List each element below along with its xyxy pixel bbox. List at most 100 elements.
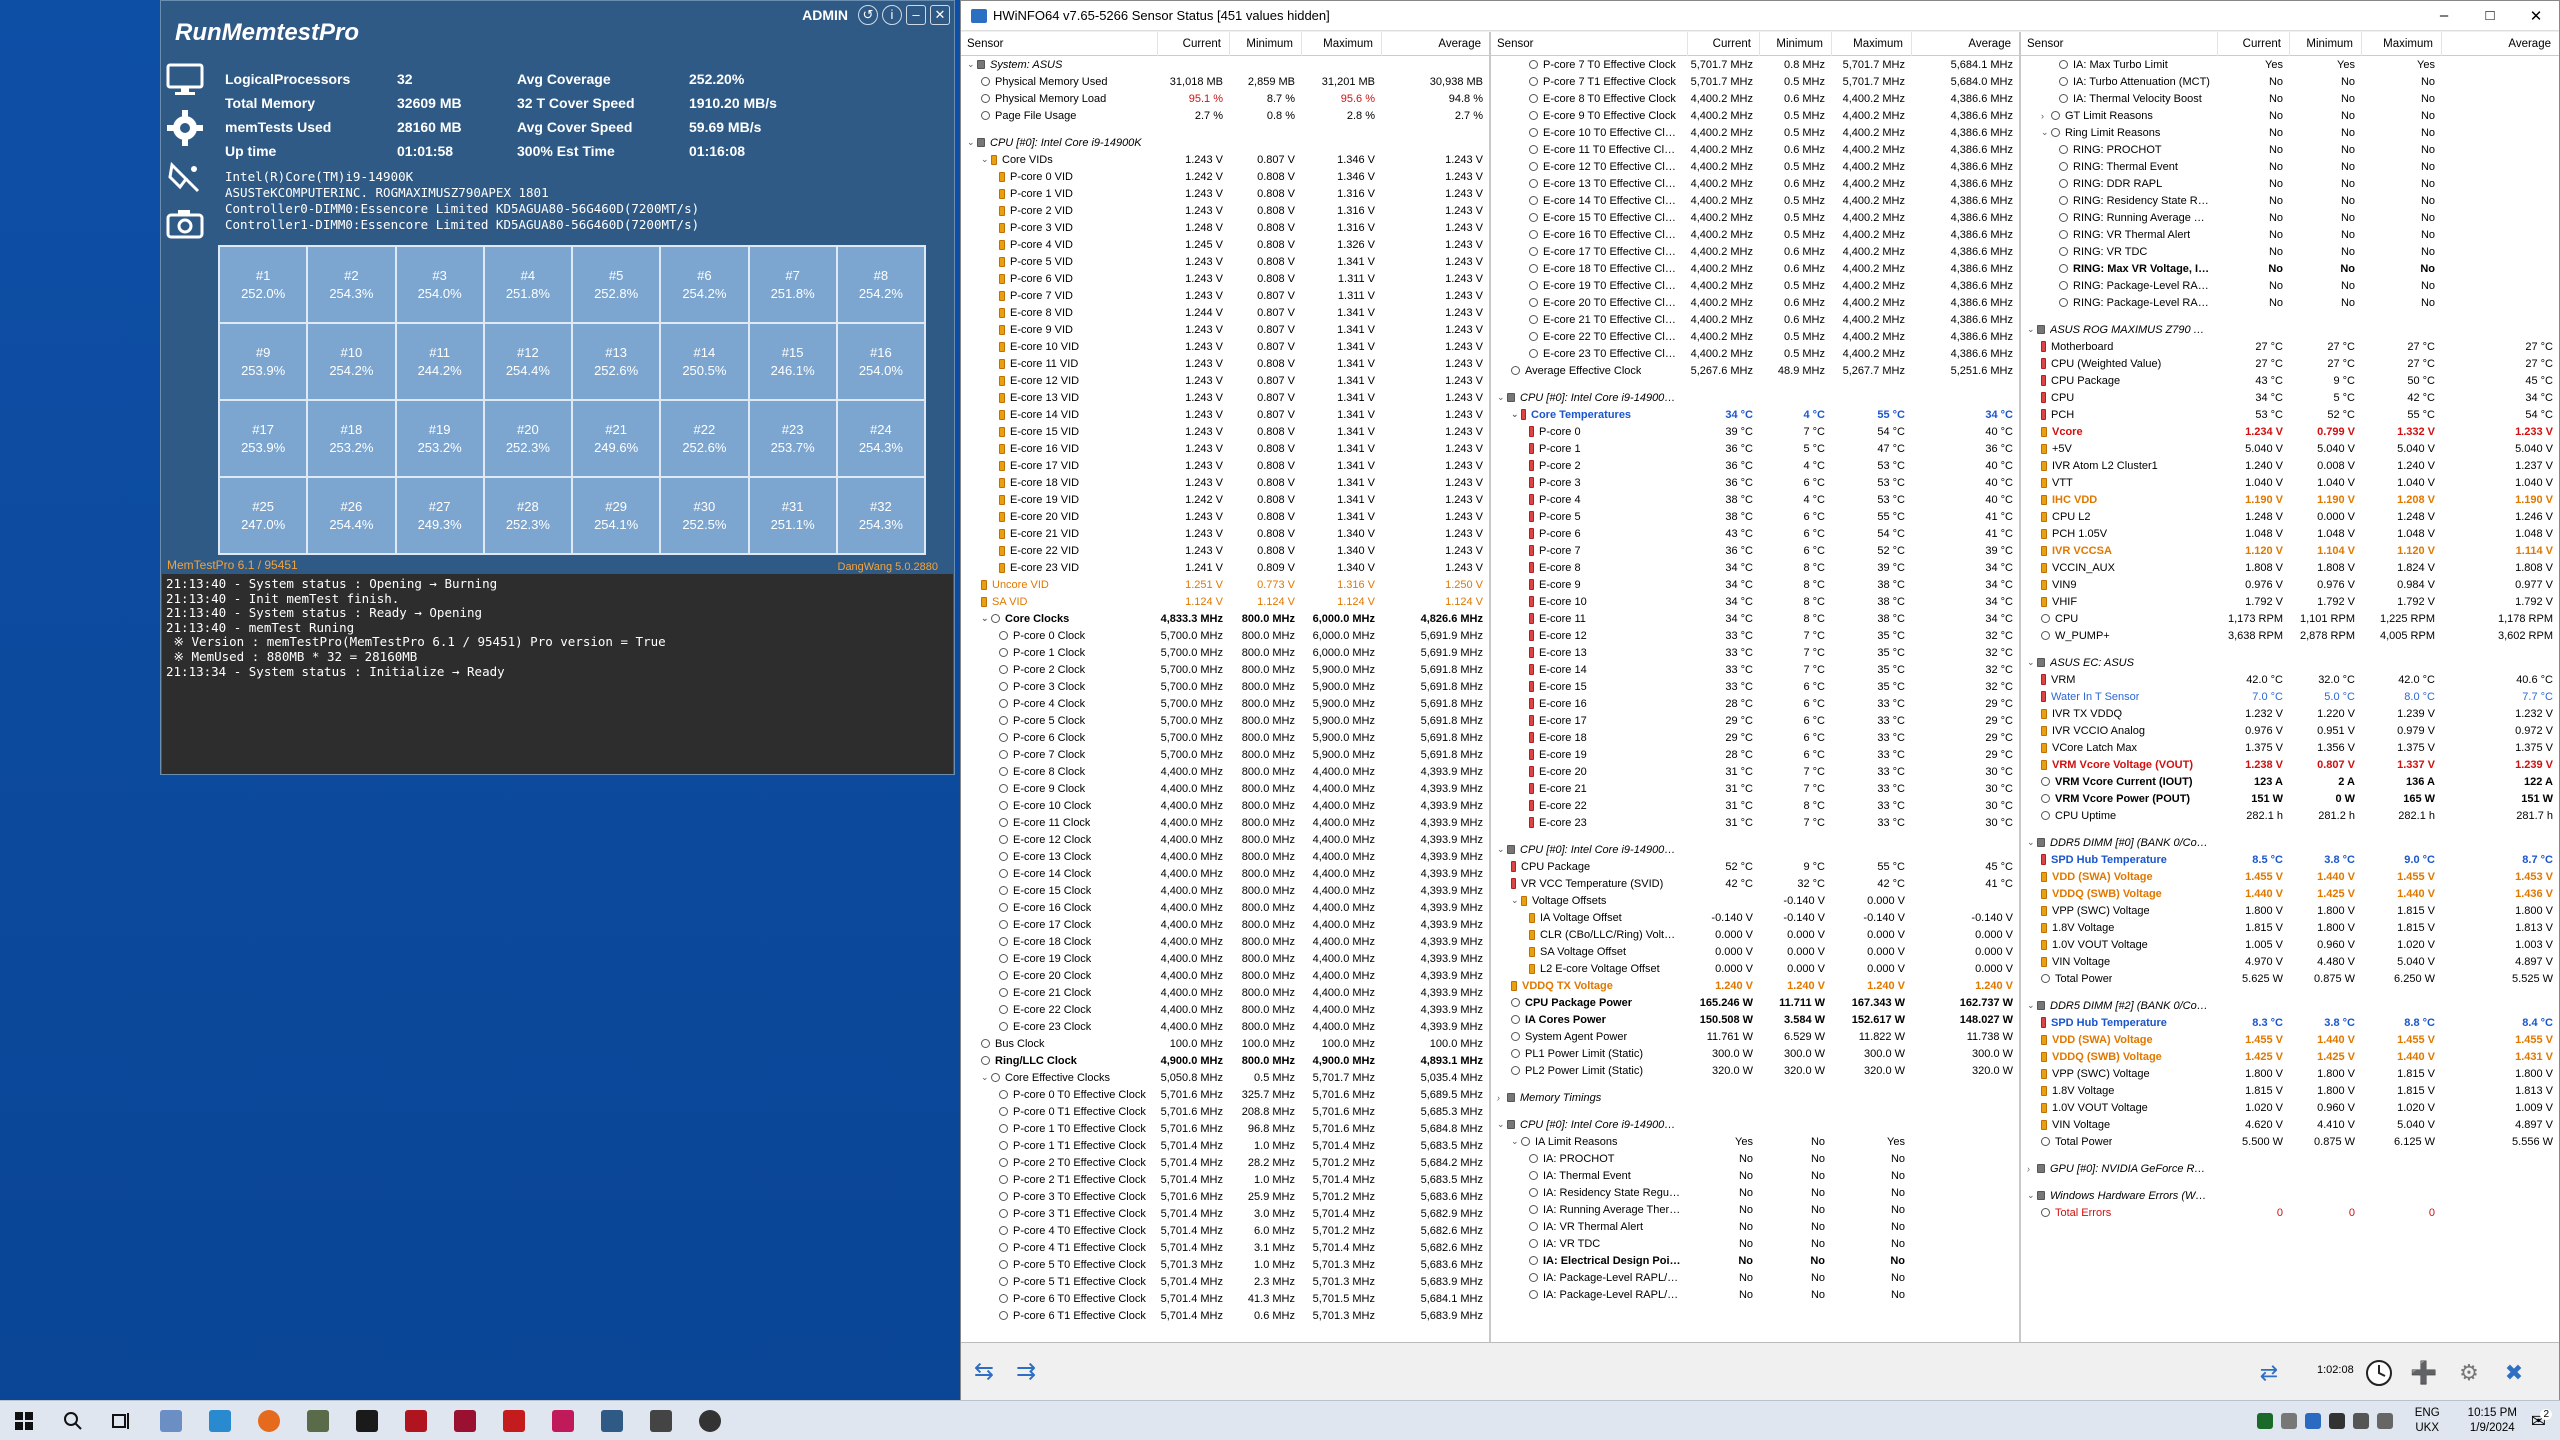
maximize-button[interactable]: □ — [2467, 7, 2513, 24]
sensor-row[interactable]: E-core 23 Clock 4,400.0 MHz 800.0 MHz 4,400… — [961, 1018, 1489, 1035]
column-header-average[interactable]: Average — [1381, 32, 1489, 56]
sensor-row[interactable]: P-core 7 Clock 5,700.0 MHz 800.0 MHz 5,900.… — [961, 746, 1489, 763]
sensor-row[interactable]: E-core 10 VID 1.243 V 0.807 V 1.341 V 1.243 … — [961, 338, 1489, 355]
sensor-row[interactable]: Motherboard 27 °C 27 °C 27 °C 27 °C — [2021, 338, 2559, 355]
sensor-row[interactable]: P-core 1 Clock 5,700.0 MHz 800.0 MHz 6,000.… — [961, 644, 1489, 661]
sensor-row[interactable]: E-core 19 Clock 4,400.0 MHz 800.0 MHz 4,400… — [961, 950, 1489, 967]
sensor-group-header[interactable]: ⌄CPU [#0]: Intel Core i9-14900K: Enhance… — [1491, 841, 2019, 858]
sensor-row[interactable]: P-core 6 VID 1.243 V 0.808 V 1.311 V 1.243 V — [961, 270, 1489, 287]
app-icon-6[interactable] — [494, 1401, 534, 1440]
sensor-row[interactable]: RING: DDR RAPL No No No — [2021, 175, 2559, 192]
sensor-row[interactable]: CPU (Weighted Value) 27 °C 27 °C 27 °C 27 °C — [2021, 355, 2559, 372]
tray-icon-2[interactable] — [2280, 1413, 2297, 1429]
sensor-row[interactable]: P-core 1 VID 1.243 V 0.808 V 1.316 V 1.243 V — [961, 185, 1489, 202]
sensor-row[interactable]: E-core 8 34 °C 8 °C 39 °C 34 °C — [1491, 559, 2019, 576]
sensor-row[interactable]: E-core 12 33 °C 7 °C 35 °C 32 °C — [1491, 627, 2019, 644]
sensor-row[interactable]: SPD Hub Temperature 8.3 °C 3.8 °C 8.8 °C 8.4… — [2021, 1014, 2559, 1031]
sensor-row[interactable]: E-core 22 Clock 4,400.0 MHz 800.0 MHz 4,400… — [961, 1001, 1489, 1018]
sensor-row[interactable]: P-core 5 38 °C 6 °C 55 °C 41 °C — [1491, 508, 2019, 525]
app-icon-4[interactable] — [396, 1401, 436, 1440]
sensor-row[interactable]: CPU L2 1.248 V 0.000 V 1.248 V 1.246 V — [2021, 508, 2559, 525]
minimize-button[interactable]: – — [2421, 7, 2467, 24]
sensor-row[interactable]: P-core 4 Clock 5,700.0 MHz 800.0 MHz 5,900.… — [961, 695, 1489, 712]
tray-icon-3[interactable] — [2304, 1413, 2321, 1429]
sensor-row[interactable]: E-core 13 33 °C 7 °C 35 °C 32 °C — [1491, 644, 2019, 661]
collapse-icon[interactable]: ⌄ — [2041, 127, 2051, 138]
app-icon-5[interactable] — [445, 1401, 485, 1440]
sensor-row[interactable]: E-core 20 T0 Effective Clock 4,400.2 MHz 0… — [1491, 294, 2019, 311]
volume-icon[interactable] — [2376, 1413, 2393, 1429]
sensor-group-header[interactable]: ⌄DDR5 DIMM [#2] (BANK 0/Controller1-DIMM… — [2021, 997, 2559, 1014]
sensor-row[interactable]: P-core 1 36 °C 5 °C 47 °C 36 °C — [1491, 440, 2019, 457]
sensor-row[interactable]: E-core 9 34 °C 8 °C 38 °C 34 °C — [1491, 576, 2019, 593]
column-header-sensor[interactable]: Sensor — [961, 32, 1157, 56]
sensor-row[interactable]: IA: Package-Level RAPL/PBM PL1NoNoNo — [1491, 1269, 2019, 1286]
sensor-row[interactable]: E-core 11 Clock 4,400.0 MHz 800.0 MHz 4,400… — [961, 814, 1489, 831]
sensor-row[interactable]: E-core 17 29 °C 6 °C 33 °C 29 °C — [1491, 712, 2019, 729]
sensor-row[interactable]: E-core 10 34 °C 8 °C 38 °C 34 °C — [1491, 593, 2019, 610]
sensor-row[interactable]: RING: Thermal Event No No No — [2021, 158, 2559, 175]
sensor-row[interactable]: Bus Clock 100.0 MHz 100.0 MHz 100.0 MHz 100.… — [961, 1035, 1489, 1052]
sensor-row[interactable]: ⌄ Ring Limit Reasons No No No — [2021, 124, 2559, 141]
sensor-row[interactable]: P-core 4 T0 Effective Clock 5,701.4 MHz 6.… — [961, 1222, 1489, 1239]
column-header-average[interactable]: Average — [2441, 32, 2559, 56]
sensor-row[interactable]: PL1 Power Limit (Static) 300.0 W 300.0 W 30… — [1491, 1045, 2019, 1062]
sensor-row[interactable]: E-core 23 T0 Effective Clock 4,400.2 MHz 0… — [1491, 345, 2019, 362]
sensor-row[interactable]: E-core 8 VID 1.244 V 0.807 V 1.341 V 1.243 V — [961, 304, 1489, 321]
app-icon-1[interactable] — [200, 1401, 240, 1440]
sensor-row[interactable]: E-core 11 34 °C 8 °C 38 °C 34 °C — [1491, 610, 2019, 627]
monitor-icon[interactable] — [163, 57, 207, 103]
collapse-icon[interactable]: ⌄ — [2027, 324, 2037, 335]
sensor-row[interactable]: PCH 53 °C 52 °C 55 °C 54 °C — [2021, 406, 2559, 423]
sensor-row[interactable]: E-core 9 VID 1.243 V 0.807 V 1.341 V 1.243 V — [961, 321, 1489, 338]
sensor-row[interactable]: IA: Thermal Event No No No — [1491, 1167, 2019, 1184]
search-icon[interactable] — [53, 1401, 93, 1440]
sensor-row[interactable]: SA Voltage Offset 0.000 V 0.000 V 0.000 V 0.… — [1491, 943, 2019, 960]
sensor-row[interactable]: RING: Running Average Therma...NoNoNo — [2021, 209, 2559, 226]
column-header-maximum[interactable]: Maximum — [2361, 32, 2441, 56]
sensor-row[interactable]: P-core 7 T1 Effective Clock 5,701.7 MHz 0.… — [1491, 73, 2019, 90]
sensor-row[interactable]: IA: Max Turbo Limit Yes Yes Yes — [2021, 56, 2559, 73]
sensor-row[interactable]: P-core 0 39 °C 7 °C 54 °C 40 °C — [1491, 423, 2019, 440]
sensor-group-header[interactable]: ⌄CPU [#0]: Intel Core i9-14900K: Perform… — [1491, 1116, 2019, 1133]
sensor-row[interactable]: E-core 9 T0 Effective Clock 4,400.2 MHz 0.… — [1491, 107, 2019, 124]
column-header-current[interactable]: Current — [1157, 32, 1229, 56]
sensor-row[interactable]: P-core 1 T1 Effective Clock 5,701.4 MHz 1.… — [961, 1137, 1489, 1154]
sensor-row[interactable]: RING: Package-Level RAPL/PBM...NoNoNo — [2021, 294, 2559, 311]
hwinfo-taskbar-icon[interactable] — [641, 1401, 681, 1440]
sensor-row[interactable]: RING: Max VR Voltage, ICC... No No No — [2021, 260, 2559, 277]
sensor-row[interactable]: ⌄ Voltage Offsets -0.140 V 0.000 V — [1491, 892, 2019, 909]
sensor-row[interactable]: W_PUMP+ 3,638 RPM 2,878 RPM 4,005 RPM 3,602 … — [2021, 627, 2559, 644]
sensor-row[interactable]: SA VID 1.124 V 1.124 V 1.124 V 1.124 V — [961, 593, 1489, 610]
sensor-row[interactable]: ⌄ Core Temperatures 34 °C 4 °C 55 °C 34 °C — [1491, 406, 2019, 423]
sensor-row[interactable]: Total Power 5.500 W 0.875 W 6.125 W 5.556 W — [2021, 1133, 2559, 1150]
sensor-row[interactable]: Page File Usage 2.7 % 0.8 % 2.8 % 2.7 % — [961, 107, 1489, 124]
memtest-log[interactable]: 21:13:40 - System status : Opening → Bur… — [162, 574, 953, 774]
sensor-row[interactable]: IA Voltage Offset -0.140 V -0.140 V -0.140 … — [1491, 909, 2019, 926]
collapse-icon[interactable]: ⌄ — [1497, 392, 1507, 403]
column-header-minimum[interactable]: Minimum — [2289, 32, 2361, 56]
sensor-row[interactable]: VPP (SWC) Voltage 1.800 V 1.800 V 1.815 V 1.… — [2021, 1065, 2559, 1082]
sensor-row[interactable]: IA: Package-Level RAPL/PBM PL2...NoNoNo — [1491, 1286, 2019, 1303]
sensor-row[interactable]: P-core 3 VID 1.248 V 0.808 V 1.316 V 1.243 V — [961, 219, 1489, 236]
sensor-row[interactable]: Ring/LLC Clock 4,900.0 MHz 800.0 MHz 4,900.… — [961, 1052, 1489, 1069]
sensor-row[interactable]: VDD (SWA) Voltage 1.455 V 1.440 V 1.455 V 1.… — [2021, 1031, 2559, 1048]
sensor-row[interactable]: E-core 14 Clock 4,400.0 MHz 800.0 MHz 4,400… — [961, 865, 1489, 882]
sensor-row[interactable]: VIN Voltage 4.620 V 4.410 V 5.040 V 4.897 V — [2021, 1116, 2559, 1133]
sensor-row[interactable]: CPU Package Power 165.246 W 11.711 W 167.34… — [1491, 994, 2019, 1011]
file-explorer-icon[interactable] — [151, 1401, 191, 1440]
nav-right-icon[interactable]: ⇉ — [1009, 1357, 1043, 1387]
sensor-row[interactable]: CPU 1,173 RPM 1,101 RPM 1,225 RPM 1,178 RPM — [2021, 610, 2559, 627]
sensor-row[interactable]: E-core 20 31 °C 7 °C 33 °C 30 °C — [1491, 763, 2019, 780]
sensor-row[interactable]: P-core 0 T0 Effective Clock 5,701.6 MHz 32… — [961, 1086, 1489, 1103]
collapse-icon[interactable]: ⌄ — [1497, 844, 1507, 855]
sensor-group-header[interactable]: ⌄ ASUS EC: ASUS — [2021, 654, 2559, 671]
memtest-taskbar-icon[interactable] — [592, 1401, 632, 1440]
app-icon-2[interactable] — [298, 1401, 338, 1440]
sensor-row[interactable]: E-core 17 Clock 4,400.0 MHz 800.0 MHz 4,400… — [961, 916, 1489, 933]
column-header-minimum[interactable]: Minimum — [1229, 32, 1301, 56]
sensor-row[interactable]: IA: Running Average Thermal LimitNoNoNo — [1491, 1201, 2019, 1218]
sensor-row[interactable]: E-core 12 VID 1.243 V 0.807 V 1.341 V 1.243 … — [961, 372, 1489, 389]
app-icon-7[interactable] — [543, 1401, 583, 1440]
sensor-row[interactable]: VDDQ TX Voltage 1.240 V 1.240 V 1.240 V 1.24… — [1491, 977, 2019, 994]
